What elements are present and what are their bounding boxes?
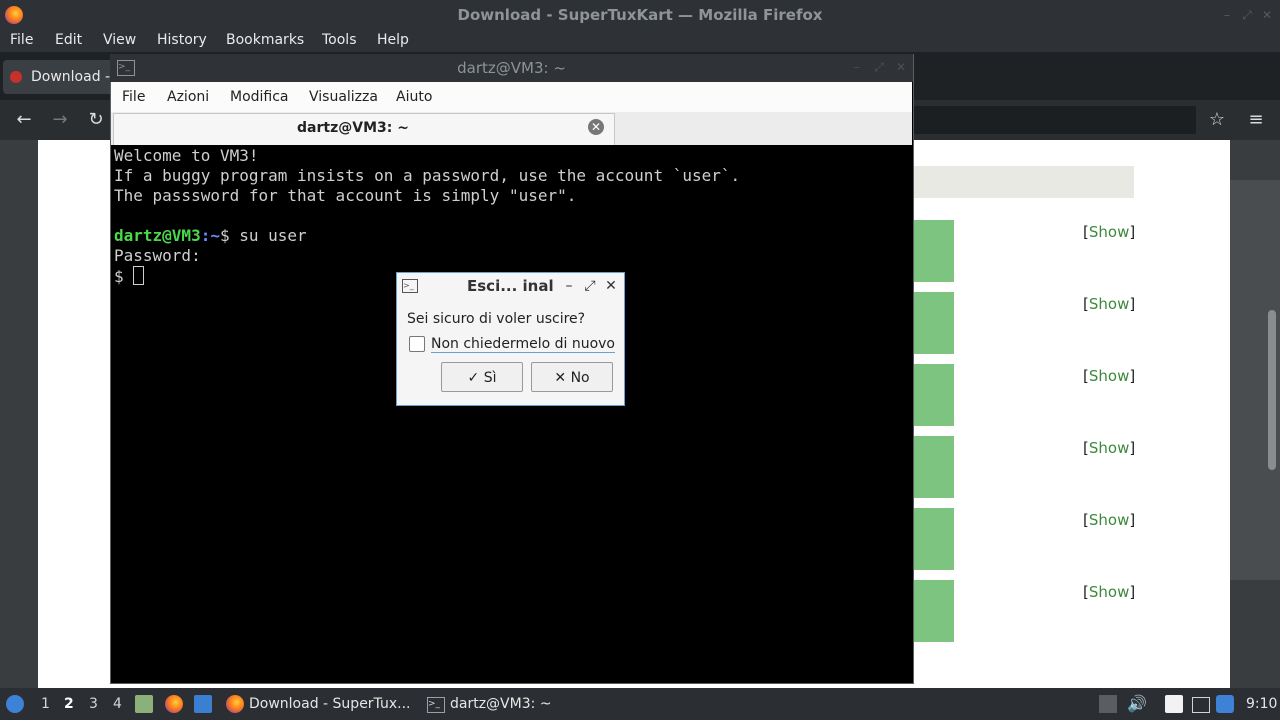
show-link[interactable]: [Show] xyxy=(1083,367,1135,385)
download-thumbnail xyxy=(914,292,954,354)
show-link-text[interactable]: Show xyxy=(1089,583,1129,601)
display-icon[interactable] xyxy=(1192,697,1210,713)
show-link[interactable]: [Show] xyxy=(1083,583,1135,601)
bookmark-star-icon[interactable]: ☆ xyxy=(1205,108,1229,132)
terminal-line: The passsword for that account is simply… xyxy=(114,186,577,205)
volume-icon[interactable]: 🔊 xyxy=(1127,695,1147,713)
maximize-icon[interactable]: ⤢ xyxy=(1240,8,1254,22)
download-thumbnail xyxy=(914,580,954,642)
terminal-window-title: dartz@VM3: ~ xyxy=(457,59,566,77)
page-scrollbar[interactable] xyxy=(1268,310,1276,470)
show-link-text[interactable]: Show xyxy=(1089,367,1129,385)
terminal-task-icon: >_ xyxy=(427,697,445,713)
menu-history[interactable]: History xyxy=(157,32,207,48)
firefox-tab-label: Download - xyxy=(31,69,111,85)
show-link[interactable]: [Show] xyxy=(1083,223,1135,241)
url-bar[interactable] xyxy=(914,106,1196,134)
supertuxkart-favicon-icon xyxy=(10,71,22,83)
clock: 9:10 xyxy=(1246,696,1278,712)
terminal-menu-modifica[interactable]: Modifica xyxy=(230,89,289,105)
terminal-maximize-icon[interactable]: ⤢ xyxy=(872,60,886,74)
terminal-prompt-line: dartz@VM3:~$ su user xyxy=(114,226,307,246)
reload-icon[interactable]: ↻ xyxy=(84,108,108,132)
shell-prompt: $ xyxy=(114,267,134,286)
download-thumbnail xyxy=(914,220,954,282)
terminal-line: Welcome to VM3! xyxy=(114,146,259,165)
minimize-icon[interactable]: – xyxy=(1220,8,1234,22)
prompt-path: :~ xyxy=(200,226,220,245)
menu-view[interactable]: View xyxy=(103,32,136,48)
file-manager-icon[interactable] xyxy=(135,695,153,713)
firefox-launcher-icon[interactable] xyxy=(165,695,183,713)
show-link-text[interactable]: Show xyxy=(1089,223,1129,241)
dialog-close-icon[interactable]: ✕ xyxy=(604,278,618,294)
terminal-close-icon[interactable]: ✕ xyxy=(894,60,908,74)
terminal-cursor xyxy=(133,266,145,285)
yes-button[interactable]: ✓ Sì xyxy=(441,362,523,392)
dialog-minimize-icon[interactable]: – xyxy=(562,278,576,294)
menu-tools[interactable]: Tools xyxy=(322,32,357,48)
taskbar-task-terminal[interactable]: dartz@VM3: ~ xyxy=(450,696,552,712)
firefox-task-icon xyxy=(226,695,244,713)
terminal-menu-visualizza[interactable]: Visualizza xyxy=(309,89,378,105)
terminal-menu-file[interactable]: File xyxy=(122,89,145,105)
terminal-line: Password: xyxy=(114,246,201,265)
tray-eject-icon[interactable] xyxy=(1099,695,1117,713)
menu-file[interactable]: File xyxy=(10,32,33,48)
terminal-titlebar[interactable]: dartz@VM3: ~ xyxy=(110,54,913,82)
taskbar-task-firefox[interactable]: Download - SuperTux... xyxy=(249,696,411,712)
close-icon[interactable]: ✕ xyxy=(1260,8,1274,22)
terminal-app-icon: >_ xyxy=(117,60,135,76)
menu-help[interactable]: Help xyxy=(377,32,409,48)
start-menu-icon[interactable] xyxy=(6,695,24,713)
tab-close-icon[interactable]: ✕ xyxy=(588,119,604,135)
workspace-3[interactable]: 3 xyxy=(89,696,98,712)
show-link[interactable]: [Show] xyxy=(1083,439,1135,457)
prompt-user: dartz@VM3 xyxy=(114,226,201,245)
download-thumbnail xyxy=(914,508,954,570)
workspace-1[interactable]: 1 xyxy=(41,696,50,712)
firefox-menubar: File Edit View History Bookmarks Tools H… xyxy=(0,30,1280,52)
prompt-command: $ su user xyxy=(219,226,307,245)
dialog-terminal-icon: >_ xyxy=(402,279,418,293)
clipboard-icon[interactable] xyxy=(1165,695,1183,713)
firefox-titlebar: Download - SuperTuxKart — Mozilla Firefo… xyxy=(0,0,1280,30)
page-header-stripe xyxy=(914,166,1134,198)
workspace-2[interactable]: 2 xyxy=(64,696,74,712)
show-link[interactable]: [Show] xyxy=(1083,511,1135,529)
show-link-text[interactable]: Show xyxy=(1089,439,1129,457)
taskbar xyxy=(0,688,1280,720)
workspace-4[interactable]: 4 xyxy=(113,696,122,712)
forward-icon[interactable]: → xyxy=(48,108,72,132)
show-link-text[interactable]: Show xyxy=(1089,295,1129,313)
terminal-current-line: $ xyxy=(114,266,145,287)
dialog-title: Esci... inal xyxy=(467,277,554,295)
menu-bookmarks[interactable]: Bookmarks xyxy=(226,32,304,48)
download-thumbnail xyxy=(914,436,954,498)
dialog-message: Sei sicuro di voler uscire? xyxy=(407,311,586,327)
desktop-icon[interactable] xyxy=(194,695,212,713)
notification-icon[interactable] xyxy=(1216,695,1234,713)
terminal-screen[interactable]: Welcome to VM3! If a buggy program insis… xyxy=(113,146,910,680)
dont-ask-again-label[interactable]: Non chiedermelo di nuovo xyxy=(431,336,615,353)
terminal-line: If a buggy program insists on a password… xyxy=(114,166,741,185)
terminal-tab-label: dartz@VM3: ~ xyxy=(297,120,409,136)
terminal-menu-azioni[interactable]: Azioni xyxy=(167,89,209,105)
firefox-logo-icon xyxy=(5,6,23,24)
menu-edit[interactable]: Edit xyxy=(55,32,82,48)
terminal-minimize-icon[interactable]: – xyxy=(850,60,864,74)
hamburger-menu-icon[interactable]: ≡ xyxy=(1244,108,1268,132)
dialog-maximize-icon[interactable]: ⤢ xyxy=(583,278,597,294)
show-link-text[interactable]: Show xyxy=(1089,511,1129,529)
show-link[interactable]: [Show] xyxy=(1083,295,1135,313)
download-thumbnail xyxy=(914,364,954,426)
terminal-menu-aiuto[interactable]: Aiuto xyxy=(396,89,432,105)
firefox-window-title: Download - SuperTuxKart — Mozilla Firefo… xyxy=(457,6,823,24)
terminal-menubar: File Azioni Modifica Visualizza Aiuto xyxy=(111,82,912,112)
back-icon[interactable]: ← xyxy=(12,108,36,132)
no-button[interactable]: ✕ No xyxy=(531,362,613,392)
dont-ask-again-checkbox[interactable] xyxy=(409,336,425,352)
